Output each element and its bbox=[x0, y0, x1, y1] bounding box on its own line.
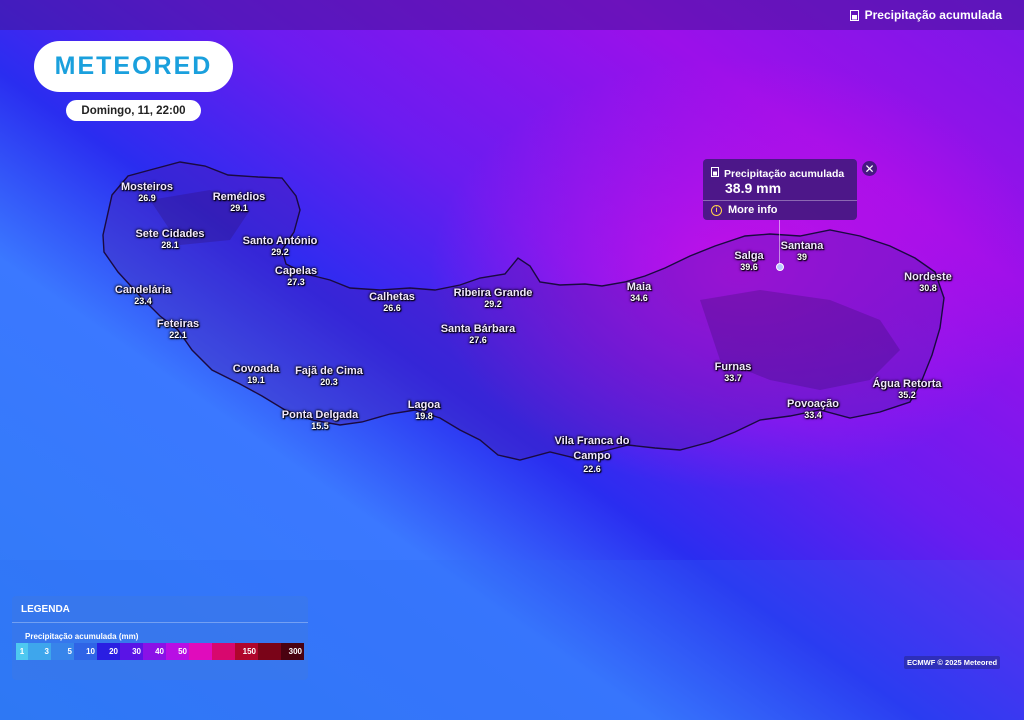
layer-title-text: Precipitação acumulada bbox=[864, 8, 1002, 22]
rain-gauge-icon bbox=[711, 167, 719, 180]
location-pin[interactable] bbox=[776, 263, 784, 271]
legend-stop: 20 bbox=[97, 643, 120, 660]
top-bar: Precipitação acumulada bbox=[0, 0, 1024, 30]
more-info-link[interactable]: i More info bbox=[711, 204, 778, 216]
town-label[interactable]: Povoação 33.4 bbox=[787, 398, 839, 421]
town-label[interactable]: Mosteiros 26.9 bbox=[121, 181, 173, 204]
legend-stop bbox=[258, 643, 281, 660]
meteored-logo[interactable]: METEORED bbox=[34, 41, 233, 92]
value-popup: Precipitação acumulada 38.9 mm i More in… bbox=[703, 159, 857, 220]
legend-stop: 300 bbox=[281, 643, 304, 660]
town-label[interactable]: Capelas 27.3 bbox=[275, 265, 317, 288]
legend-stop bbox=[212, 643, 235, 660]
legend-subtitle: Precipitação acumulada (mm) bbox=[25, 632, 139, 641]
legend-title: LEGENDA bbox=[21, 604, 70, 615]
legend-stop: 150 bbox=[235, 643, 258, 660]
town-label[interactable]: Covoada 19.1 bbox=[233, 363, 279, 386]
town-label[interactable]: Ribeira Grande 29.2 bbox=[454, 287, 533, 310]
town-label[interactable]: Candelária 23.4 bbox=[115, 284, 171, 307]
popup-close-button[interactable]: ✕ bbox=[862, 161, 877, 176]
town-label[interactable]: Santo António 29.2 bbox=[243, 235, 318, 258]
popup-connector bbox=[779, 220, 780, 263]
town-label[interactable]: Furnas 33.7 bbox=[715, 361, 752, 384]
legend-stop: 10 bbox=[74, 643, 97, 660]
town-label[interactable]: Lagoa 19.8 bbox=[408, 399, 440, 422]
date-text: Domingo, 11, 22:00 bbox=[81, 104, 186, 117]
date-selector[interactable]: Domingo, 11, 22:00 bbox=[66, 100, 201, 121]
popup-title: Precipitação acumulada bbox=[711, 167, 844, 180]
town-label[interactable]: Fajã de Cima 20.3 bbox=[295, 365, 363, 388]
legend-stop: 50 bbox=[166, 643, 189, 660]
data-credit: ECMWF © 2025 Meteored bbox=[904, 656, 1001, 669]
legend-color-scale: 1 3 5 10 20 30 40 50 150 300 bbox=[16, 643, 304, 660]
legend-divider bbox=[12, 622, 308, 623]
town-label[interactable]: Santa Bárbara 27.6 bbox=[441, 323, 516, 346]
town-label[interactable]: Remédios 29.1 bbox=[213, 191, 266, 214]
layer-title[interactable]: Precipitação acumulada bbox=[849, 8, 1002, 22]
legend-stop: 30 bbox=[120, 643, 143, 660]
rain-gauge-icon bbox=[849, 9, 859, 21]
town-label[interactable]: Santana 39 bbox=[781, 240, 824, 263]
town-label[interactable]: Nordeste 30.8 bbox=[904, 271, 952, 294]
legend-panel: LEGENDA Precipitação acumulada (mm) 1351… bbox=[12, 596, 308, 680]
popup-divider bbox=[703, 200, 857, 201]
town-label[interactable]: Calhetas 26.6 bbox=[369, 291, 415, 314]
town-label[interactable]: Salga 39.6 bbox=[734, 250, 763, 273]
popup-value: 38.9 mm bbox=[725, 180, 782, 196]
town-label[interactable]: Ponta Delgada 15.5 bbox=[282, 409, 358, 432]
town-label[interactable]: Feteiras 22.1 bbox=[157, 318, 199, 341]
info-icon: i bbox=[711, 204, 722, 216]
town-label[interactable]: Sete Cidades 28.1 bbox=[135, 228, 204, 251]
logo-text: METEORED bbox=[54, 52, 213, 80]
legend-stop: 3 bbox=[28, 643, 51, 660]
legend-stop: 5 bbox=[51, 643, 74, 660]
town-label[interactable]: Vila Franca do Campo 22.6 bbox=[535, 434, 650, 475]
town-label[interactable]: Água Retorta 35.2 bbox=[872, 378, 941, 401]
legend-stop: 40 bbox=[143, 643, 166, 660]
legend-stop: 1 bbox=[16, 643, 28, 660]
legend-stop bbox=[189, 643, 212, 660]
town-label[interactable]: Maia 34.6 bbox=[627, 281, 651, 304]
